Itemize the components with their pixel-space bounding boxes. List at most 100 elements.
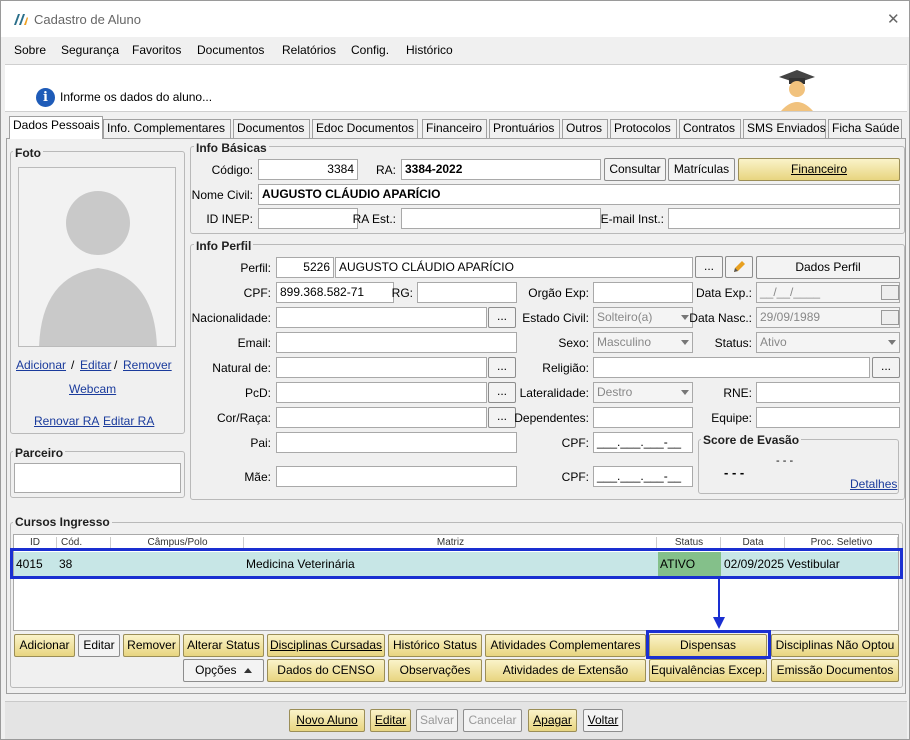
detalhes-link[interactable]: Detalhes xyxy=(850,477,897,491)
tab-contratos[interactable]: Contratos xyxy=(679,119,741,138)
consultar-button[interactable]: Consultar xyxy=(604,158,666,181)
atividades-extensao-button[interactable]: Atividades de Extensão xyxy=(485,659,646,682)
nacionalidade-search-button[interactable]: ... xyxy=(488,307,516,328)
tab-outros[interactable]: Outros xyxy=(562,119,608,138)
menu-config[interactable]: Config. xyxy=(351,43,389,57)
foto-remover-link[interactable]: Remover xyxy=(123,358,172,372)
lateralidade-label: Lateralidade: xyxy=(519,386,589,400)
dados-censo-button[interactable]: Dados do CENSO xyxy=(267,659,385,682)
observacoes-button[interactable]: Observações xyxy=(388,659,482,682)
foto-sep2: / xyxy=(114,358,118,372)
lateralidade-select[interactable]: Destro xyxy=(593,382,693,403)
data-exp-calendar-icon[interactable] xyxy=(881,285,899,300)
cor-raca-field[interactable] xyxy=(276,407,487,428)
dispensas-highlight-box xyxy=(646,630,771,659)
nome-civil-field[interactable]: AUGUSTO CLÁUDIO APARÍCIO xyxy=(258,184,900,205)
editar-curso-button[interactable]: Editar xyxy=(78,634,120,657)
disciplinas-cursadas-button[interactable]: Disciplinas Cursadas xyxy=(267,634,385,657)
dependentes-field[interactable] xyxy=(593,407,693,428)
codigo-field[interactable]: 3384 xyxy=(258,159,358,180)
menu-sobre[interactable]: Sobre xyxy=(14,43,46,57)
tab-sms-enviados[interactable]: SMS Enviados xyxy=(743,119,826,138)
ra-est-field[interactable] xyxy=(401,208,601,229)
cor-raca-search-button[interactable]: ... xyxy=(488,407,516,428)
opcoes-button[interactable]: Opções xyxy=(183,659,264,682)
equivalencias-button[interactable]: Equivalências Excep. xyxy=(649,659,767,682)
mae-field[interactable] xyxy=(276,466,517,487)
equipe-field[interactable] xyxy=(756,407,900,428)
data-nasc-calendar-icon[interactable] xyxy=(881,310,899,325)
tab-ficha-saude[interactable]: Ficha Saúde xyxy=(828,119,902,138)
info-perfil-title: Info Perfil xyxy=(194,239,254,253)
natural-de-field[interactable] xyxy=(276,357,487,378)
email-inst-field[interactable] xyxy=(668,208,900,229)
natural-de-label: Natural de: xyxy=(212,361,271,375)
tab-prontuarios[interactable]: Prontuários xyxy=(489,119,560,138)
status-select[interactable]: Ativo xyxy=(756,332,900,353)
tab-documentos[interactable]: Documentos xyxy=(233,119,310,138)
editar-label: Editar xyxy=(374,713,407,727)
cancelar-button[interactable]: Cancelar xyxy=(463,709,522,732)
novo-aluno-button[interactable]: Novo Aluno xyxy=(289,709,365,732)
renovar-ra-link[interactable]: Renovar RA xyxy=(34,414,99,428)
emissao-documentos-button[interactable]: Emissão Documentos xyxy=(771,659,899,682)
email-field[interactable] xyxy=(276,332,517,353)
historico-status-button[interactable]: Histórico Status xyxy=(388,634,482,657)
edit-pencil-icon[interactable] xyxy=(725,256,753,278)
dados-perfil-button[interactable]: Dados Perfil xyxy=(756,256,900,279)
id-inep-field[interactable] xyxy=(258,208,358,229)
close-icon[interactable]: ✕ xyxy=(887,10,900,28)
ra-field[interactable]: 3384-2022 xyxy=(401,159,601,180)
atividades-complementares-button[interactable]: Atividades Complementares xyxy=(485,634,646,657)
financeiro-button[interactable]: Financeiro xyxy=(738,158,900,181)
disciplinas-nao-optou-button[interactable]: Disciplinas Não Optou xyxy=(771,634,899,657)
menu-relatorios[interactable]: Relatórios xyxy=(282,43,336,57)
menu-seguranca[interactable]: Segurança xyxy=(61,43,119,57)
parceiro-field[interactable] xyxy=(14,463,181,493)
pai-field[interactable] xyxy=(276,432,517,453)
rne-field[interactable] xyxy=(756,382,900,403)
estado-civil-select[interactable]: Solteiro(a) xyxy=(593,307,693,328)
religiao-field[interactable] xyxy=(593,357,870,378)
pcd-search-button[interactable]: ... xyxy=(488,382,516,403)
foto-editar-link[interactable]: Editar xyxy=(80,358,111,372)
info-banner: i Informe os dados do aluno... xyxy=(5,64,907,112)
perfil-id-field[interactable]: 5226 xyxy=(276,257,334,278)
webcam-link[interactable]: Webcam xyxy=(69,382,116,396)
tab-dados-pessoais[interactable]: Dados Pessoais xyxy=(9,116,103,139)
adicionar-curso-button[interactable]: Adicionar xyxy=(14,634,75,657)
info-basicas-title: Info Básicas xyxy=(194,141,269,155)
apagar-button[interactable]: Apagar xyxy=(528,709,577,732)
foto-adicionar-link[interactable]: Adicionar xyxy=(16,358,66,372)
voltar-button[interactable]: Voltar xyxy=(583,709,623,732)
matriculas-button[interactable]: Matrículas xyxy=(668,158,735,181)
natural-de-search-button[interactable]: ... xyxy=(488,357,516,378)
nacionalidade-field[interactable] xyxy=(276,307,487,328)
financeiro-button-label: Financeiro xyxy=(790,162,848,176)
data-exp-field[interactable]: __/__/____ xyxy=(756,282,900,303)
religiao-search-button[interactable]: ... xyxy=(872,357,900,378)
salvar-button[interactable]: Salvar xyxy=(416,709,458,732)
alterar-status-button[interactable]: Alterar Status xyxy=(183,634,264,657)
sexo-select[interactable]: Masculino xyxy=(593,332,693,353)
menu-documentos[interactable]: Documentos xyxy=(197,43,264,57)
data-nasc-field[interactable]: 29/09/1989 xyxy=(756,307,900,328)
cpf-mae-field[interactable]: ___.___.___-__ xyxy=(593,466,693,487)
tab-info-complementares[interactable]: Info. Complementares xyxy=(103,119,231,138)
menu-historico[interactable]: Histórico xyxy=(406,43,453,57)
editar-button[interactable]: Editar xyxy=(370,709,411,732)
editar-ra-link[interactable]: Editar RA xyxy=(103,414,154,428)
perfil-nome-field[interactable]: AUGUSTO CLÁUDIO APARÍCIO xyxy=(335,257,693,278)
orgao-exp-field[interactable] xyxy=(593,282,693,303)
perfil-search-button[interactable]: ... xyxy=(695,256,723,278)
graduate-avatar-icon xyxy=(775,67,819,111)
pcd-field[interactable] xyxy=(276,382,487,403)
remover-curso-button[interactable]: Remover xyxy=(123,634,180,657)
tab-financeiro[interactable]: Financeiro xyxy=(422,119,487,138)
cpf-field[interactable]: 899.368.582-71 xyxy=(276,282,394,303)
rg-field[interactable] xyxy=(417,282,517,303)
tab-edoc-documentos[interactable]: Edoc Documentos xyxy=(312,119,418,138)
tab-protocolos[interactable]: Protocolos xyxy=(610,119,677,138)
cpf-pai-field[interactable]: ___.___.___-__ xyxy=(593,432,693,453)
menu-favoritos[interactable]: Favoritos xyxy=(132,43,181,57)
